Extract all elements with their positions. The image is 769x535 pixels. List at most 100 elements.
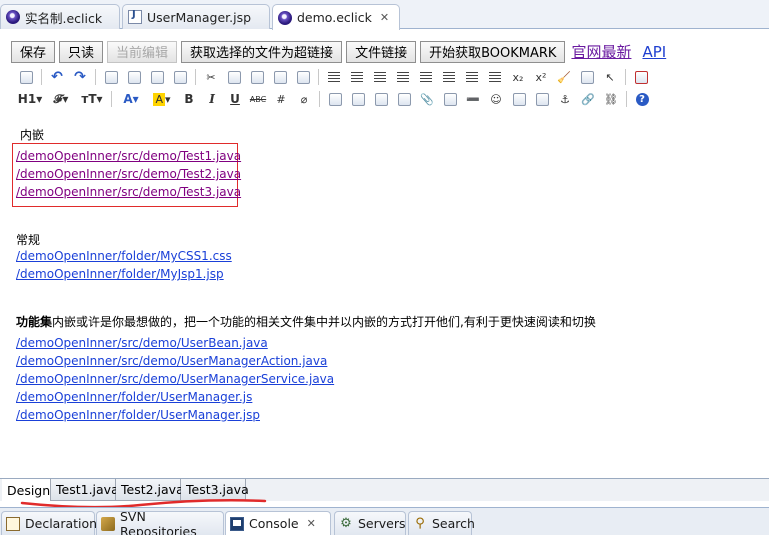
anchor-icon[interactable]: ⚓ — [557, 91, 573, 107]
help-icon[interactable]: ? — [634, 91, 650, 107]
view-tab-label: Console — [249, 516, 299, 531]
table-grid-icon[interactable]: # — [273, 91, 289, 107]
outdent-icon[interactable] — [487, 69, 503, 85]
align-left-icon[interactable] — [326, 69, 342, 85]
italic-button[interactable]: I — [204, 91, 220, 107]
editor-tab-usermanager-jsp[interactable]: UserManager.jsp — [122, 4, 270, 29]
heading-dropdown[interactable]: H1▾ — [18, 91, 42, 107]
view-tab-console[interactable]: Console ✕ — [225, 511, 331, 535]
bold-button[interactable]: B — [181, 91, 197, 107]
emoticon-icon[interactable]: ☺ — [488, 91, 504, 107]
align-justify-icon[interactable] — [395, 69, 411, 85]
maximize-icon[interactable] — [633, 69, 649, 85]
redo-icon[interactable]: ↷ — [72, 69, 88, 85]
toolbar-separator — [319, 91, 320, 107]
close-icon[interactable]: ✕ — [380, 11, 389, 24]
feature-link-userbean[interactable]: /demoOpenInner/src/demo/UserBean.java — [16, 336, 268, 350]
paste-icon[interactable] — [249, 69, 265, 85]
font-dropdown[interactable]: 𝓕▾ — [49, 91, 73, 107]
view-tab-label: SVN Repositories — [120, 508, 197, 535]
subscript-icon[interactable]: x₂ — [510, 69, 526, 85]
font-label: 𝓕▾ — [53, 91, 69, 106]
view-tab-search[interactable]: ⚲ Search — [408, 511, 475, 535]
editor-toolbar-row-1: ↶ ↷ ✂ x₂ x² 🧹 ↖ — [18, 67, 656, 87]
view-tab-declaration[interactable]: Declaration — [1, 511, 97, 535]
embedded-link-test2[interactable]: /demoOpenInner/src/demo/Test2.java — [16, 167, 241, 181]
paste-text-icon[interactable] — [272, 69, 288, 85]
readonly-button[interactable]: 只读 — [59, 40, 104, 63]
cut-icon[interactable]: ✂ — [203, 69, 219, 85]
close-icon[interactable]: ✕ — [307, 517, 316, 530]
highlight-label: A — [153, 92, 165, 106]
undo-icon[interactable]: ↶ — [49, 69, 65, 85]
code-icon[interactable] — [172, 69, 188, 85]
flash-icon[interactable] — [373, 91, 389, 107]
get-bookmark-button[interactable]: 开始获取BOOKMARK — [420, 40, 566, 63]
page-tab-label: Test2.java — [121, 482, 184, 497]
font-size-dropdown[interactable]: тT▾ — [80, 91, 104, 107]
heading-label: H1▾ — [17, 92, 43, 106]
underline-button[interactable]: U — [227, 91, 243, 107]
search-icon: ⚲ — [415, 515, 425, 531]
copy-icon[interactable] — [226, 69, 242, 85]
clean-format-icon[interactable]: 🧹 — [556, 69, 572, 85]
strike-label: ABC — [249, 94, 267, 104]
horizontal-rule-icon[interactable]: ➖ — [465, 91, 481, 107]
view-tab-svn[interactable]: SVN Repositories — [96, 508, 224, 535]
strikethrough-button[interactable]: ABC — [250, 91, 266, 107]
feature-link-userjsp[interactable]: /demoOpenInner/folder/UserManager.jsp — [16, 408, 260, 422]
image-icon[interactable] — [511, 91, 527, 107]
embedded-link-test1[interactable]: /demoOpenInner/src/demo/Test1.java — [16, 149, 241, 163]
select-icon[interactable]: ↖ — [602, 69, 618, 85]
preview-icon[interactable] — [103, 69, 119, 85]
view-tab-servers[interactable]: ⚙ Servers — [334, 511, 406, 535]
normal-link-jsp[interactable]: /demoOpenInner/folder/MyJsp1.jsp — [16, 267, 224, 281]
feature-title: 功能集 — [16, 315, 53, 329]
api-link[interactable]: API — [642, 43, 666, 61]
spellcheck-icon[interactable] — [579, 69, 595, 85]
feature-link-userjs[interactable]: /demoOpenInner/folder/UserManager.js — [16, 390, 252, 404]
file-link-button[interactable]: 文件链接 — [346, 40, 417, 63]
highlight-color-dropdown[interactable]: A ▾ — [150, 91, 174, 107]
official-site-link[interactable]: 官网最新 — [571, 41, 631, 62]
insert-table-icon[interactable] — [442, 91, 458, 107]
feature-link-userservice[interactable]: /demoOpenInner/src/demo/UserManagerServi… — [16, 372, 334, 386]
insert-column-icon[interactable] — [350, 91, 366, 107]
page-break-icon[interactable] — [534, 91, 550, 107]
embedded-link-test3[interactable]: /demoOpenInner/src/demo/Test3.java — [16, 185, 241, 199]
indent-icon[interactable] — [464, 69, 480, 85]
console-icon — [230, 516, 244, 531]
save-button[interactable]: 保存 — [11, 40, 56, 63]
page-tab-label: Test3.java — [186, 482, 249, 497]
eraser-icon[interactable]: ⌀ — [296, 91, 312, 107]
superscript-icon[interactable]: x² — [533, 69, 549, 85]
insert-row-icon[interactable] — [327, 91, 343, 107]
editor-toolbar-row-2: H1▾ 𝓕▾ тT▾ A▾ A ▾ B I U ABC # ⌀ 📎 ➖ ☺ ⚓ 🔗… — [18, 89, 657, 109]
feature-text: 内嵌或许是你最想做的，把一个功能的相关文件集中并以内嵌的方式打开他们,有利于更快… — [52, 315, 596, 329]
normal-section-label: 常规 — [16, 233, 41, 247]
get-links-button[interactable]: 获取选择的文件为超链接 — [181, 40, 343, 63]
editor-tab-realname[interactable]: 实名制.eclick — [0, 4, 120, 29]
templates-icon[interactable] — [149, 69, 165, 85]
bold-label: B — [184, 92, 194, 106]
paste-word-icon[interactable] — [295, 69, 311, 85]
edit-current-button[interactable]: 当前编辑 — [107, 40, 178, 63]
align-center-icon[interactable] — [349, 69, 365, 85]
print-icon[interactable] — [126, 69, 142, 85]
link-icon[interactable]: 🔗 — [580, 91, 596, 107]
source-icon[interactable] — [18, 69, 34, 85]
underline-label: U — [230, 92, 240, 106]
normal-link-css[interactable]: /demoOpenInner/folder/MyCSS1.css — [16, 249, 232, 263]
align-right-icon[interactable] — [372, 69, 388, 85]
toolbar-separator — [195, 69, 196, 85]
ordered-list-icon[interactable] — [418, 69, 434, 85]
unlink-icon[interactable]: ⛓ — [603, 91, 619, 107]
size-label: тT▾ — [81, 92, 103, 106]
attachment-icon[interactable]: 📎 — [419, 91, 435, 107]
editor-tab-demo-eclick[interactable]: demo.eclick ✕ — [272, 4, 400, 30]
unordered-list-icon[interactable] — [441, 69, 457, 85]
page-tab-label: Design — [7, 482, 51, 498]
text-color-dropdown[interactable]: A▾ — [119, 91, 143, 107]
media-icon[interactable] — [396, 91, 412, 107]
feature-link-useraction[interactable]: /demoOpenInner/src/demo/UserManagerActio… — [16, 354, 327, 368]
